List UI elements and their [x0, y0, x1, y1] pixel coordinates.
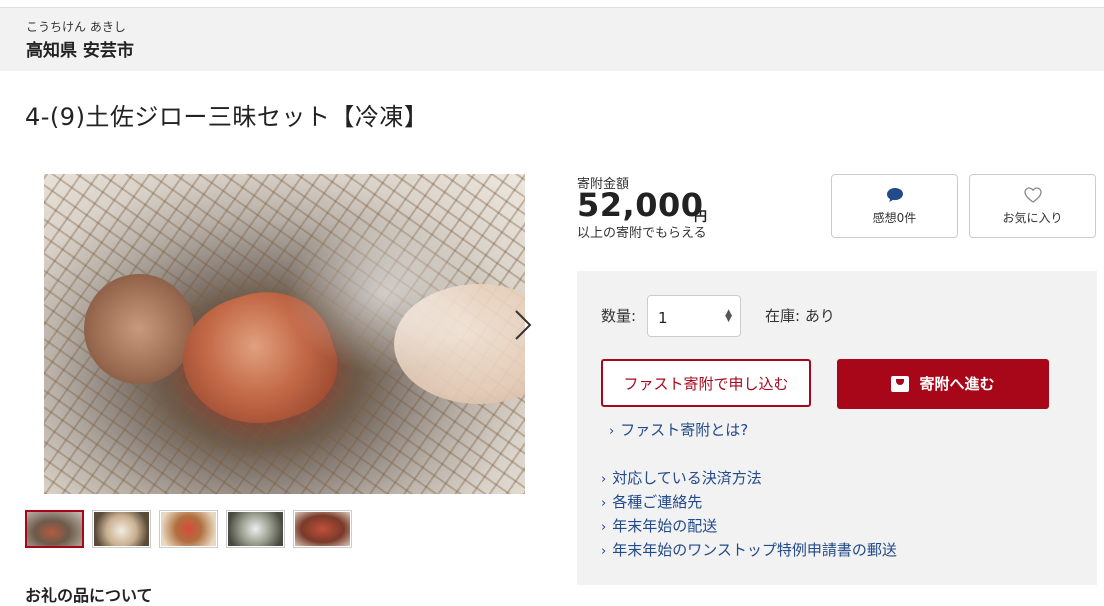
heart-icon: [970, 187, 1095, 205]
chevron-right-icon: ›: [601, 520, 607, 535]
chevron-right-icon: ›: [609, 424, 615, 439]
order-panel: 数量: 1 ▲ ▼ 在庫: あり ファスト寄附で申し込む 寄附へ進む › ファスト寄…: [577, 271, 1097, 585]
product-title: 4-(9)土佐ジロー三昧セット【冷凍】: [25, 103, 429, 131]
donate-box-icon: [891, 376, 910, 392]
thumbnail-2[interactable]: [92, 510, 151, 548]
link-label: ファスト寄附とは?: [620, 421, 749, 439]
chevron-right-icon: ›: [601, 496, 607, 511]
region-ruby: こうちけん あきし: [26, 20, 126, 34]
chevron-right-icon: ›: [601, 472, 607, 487]
product-main-image[interactable]: [44, 174, 525, 494]
region-header: こうちけん あきし 高知県 安芸市: [0, 8, 1104, 71]
top-border: [0, 0, 1104, 8]
link-label: 各種ご連絡先: [612, 493, 703, 511]
select-arrows-icon: ▲ ▼: [725, 308, 732, 324]
region-name[interactable]: 高知県 安芸市: [26, 36, 134, 61]
payment-methods-link[interactable]: › 対応している決済方法: [601, 467, 762, 488]
fast-donation-button[interactable]: ファスト寄附で申し込む: [601, 359, 811, 407]
review-button[interactable]: 感想0件: [831, 174, 958, 238]
donate-button-label: 寄附へ進む: [919, 375, 995, 393]
thumbnail-5[interactable]: [293, 510, 352, 548]
thumbnail-strip: [25, 510, 352, 548]
donation-note: 以上の寄附でもらえる: [577, 226, 707, 241]
donation-amount: 52,000: [577, 186, 704, 224]
link-label: 年末年始のワンストップ特例申請書の郵送: [612, 541, 897, 559]
thumbnail-1[interactable]: [25, 510, 84, 548]
one-stop-application-link[interactable]: › 年末年始のワンストップ特例申請書の郵送: [601, 539, 897, 560]
favorite-button[interactable]: お気に入り: [969, 174, 1096, 238]
chevron-right-icon: ›: [601, 544, 607, 559]
donate-button[interactable]: 寄附へ進む: [837, 359, 1049, 409]
quantity-label: 数量:: [601, 307, 637, 325]
quantity-value: 1: [658, 309, 668, 327]
stock-status: 在庫: あり: [765, 307, 835, 325]
new-year-shipping-link[interactable]: › 年末年始の配送: [601, 515, 717, 536]
thumbnail-3[interactable]: [159, 510, 218, 548]
contacts-link[interactable]: › 各種ご連絡先: [601, 491, 702, 512]
fast-donation-info-link[interactable]: › ファスト寄附とは?: [609, 419, 748, 440]
image-detail: [284, 214, 484, 374]
quantity-select[interactable]: 1 ▲ ▼: [647, 295, 741, 337]
speech-bubble-icon: [832, 187, 957, 205]
image-detail: [84, 274, 194, 384]
review-label: 感想0件: [872, 211, 917, 225]
link-label: 年末年始の配送: [612, 517, 718, 535]
about-heading: お礼の品について: [25, 586, 153, 605]
favorite-label: お気に入り: [1002, 211, 1063, 225]
link-label: 対応している決済方法: [612, 469, 762, 487]
chevron-right-icon[interactable]: [510, 305, 536, 345]
thumbnail-4[interactable]: [226, 510, 285, 548]
